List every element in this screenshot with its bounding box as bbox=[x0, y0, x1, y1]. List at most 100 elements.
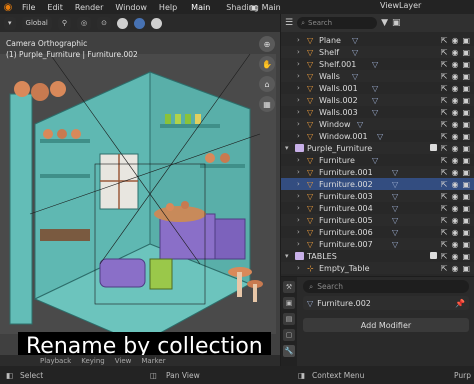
object-name-field[interactable]: ▽ Furniture.002 📌 bbox=[303, 296, 469, 310]
selectable-arrow-icon[interactable]: ⇱ bbox=[441, 192, 448, 201]
outliner-object-row[interactable]: › ▽ Furniture.003 ▽ ⇱ ◉ ▣ bbox=[281, 190, 474, 202]
selectable-arrow-icon[interactable]: ⇱ bbox=[441, 132, 448, 141]
expand-arrow-icon[interactable]: › bbox=[297, 96, 300, 104]
expand-arrow-icon[interactable]: › bbox=[297, 168, 300, 176]
eye-icon[interactable]: ◉ bbox=[451, 168, 458, 177]
outliner-object-row[interactable]: › ▽ Window.001 ▽ ⇱ ◉ ▣ bbox=[281, 130, 474, 142]
expand-arrow-icon[interactable]: › bbox=[297, 48, 300, 56]
selectable-arrow-icon[interactable]: ⇱ bbox=[441, 264, 448, 273]
outliner-object-row[interactable]: › ▽ Walls ▽ ⇱ ◉ ▣ bbox=[281, 70, 474, 82]
expand-arrow-icon[interactable]: › bbox=[297, 132, 300, 140]
selectable-arrow-icon[interactable]: ⇱ bbox=[441, 144, 448, 153]
render-camera-icon[interactable]: ▣ bbox=[462, 264, 470, 273]
snap-icon[interactable]: ⚲ bbox=[57, 16, 71, 30]
render-camera-icon[interactable]: ▣ bbox=[462, 120, 470, 129]
outliner-object-row[interactable]: › ▽ Shelf.001 ▽ ⇱ ◉ ▣ bbox=[281, 58, 474, 70]
object-tab-icon[interactable]: ▢ bbox=[283, 329, 295, 341]
eye-icon[interactable]: ◉ bbox=[451, 36, 458, 45]
timeline-marker[interactable]: Marker bbox=[141, 357, 165, 365]
tool-tab-icon[interactable]: ⚒ bbox=[283, 281, 295, 293]
render-camera-icon[interactable]: ▣ bbox=[462, 60, 470, 69]
wireframe-shading-icon[interactable] bbox=[116, 17, 128, 29]
eye-icon[interactable]: ◉ bbox=[451, 84, 458, 93]
selectable-arrow-icon[interactable]: ⇱ bbox=[441, 48, 448, 57]
eye-icon[interactable]: ◉ bbox=[451, 120, 458, 129]
outliner-object-row[interactable]: › ▽ Shelf ▽ ⇱ ◉ ▣ bbox=[281, 46, 474, 58]
render-camera-icon[interactable]: ▣ bbox=[462, 228, 470, 237]
menu-edit[interactable]: Edit bbox=[41, 3, 69, 12]
outliner-object-row[interactable]: › ▽ Furniture.007 ▽ ⇱ ◉ ▣ bbox=[281, 238, 474, 250]
render-camera-icon[interactable]: ▣ bbox=[462, 108, 470, 117]
render-camera-icon[interactable]: ▣ bbox=[462, 144, 470, 153]
selectable-arrow-icon[interactable]: ⇱ bbox=[441, 96, 448, 105]
new-collection-icon[interactable]: ▣ bbox=[392, 18, 401, 28]
expand-arrow-icon[interactable]: › bbox=[297, 264, 300, 272]
expand-arrow-icon[interactable]: › bbox=[297, 60, 300, 68]
outliner-object-row[interactable]: › ▽ Furniture.002 ▽ ⇱ ◉ ▣ bbox=[281, 178, 474, 190]
eye-icon[interactable]: ◉ bbox=[451, 60, 458, 69]
selectable-arrow-icon[interactable]: ⇱ bbox=[441, 180, 448, 189]
eye-icon[interactable]: ◉ bbox=[451, 192, 458, 201]
timeline-view[interactable]: View bbox=[115, 357, 132, 365]
render-camera-icon[interactable]: ▣ bbox=[462, 168, 470, 177]
exclude-checkbox[interactable] bbox=[429, 251, 437, 259]
outliner-object-row[interactable]: › ▽ Plane ▽ ⇱ ◉ ▣ bbox=[281, 34, 474, 46]
overlay-icon[interactable]: ⊙ bbox=[97, 16, 111, 30]
eye-icon[interactable]: ◉ bbox=[451, 264, 458, 273]
outliner-editor-icon[interactable]: ☰ bbox=[285, 18, 293, 28]
render-camera-icon[interactable]: ▣ bbox=[462, 48, 470, 57]
expand-arrow-icon[interactable]: › bbox=[297, 204, 300, 212]
outliner-object-row[interactable]: › ▽ Furniture.006 ▽ ⇱ ◉ ▣ bbox=[281, 226, 474, 238]
timeline-keying[interactable]: Keying bbox=[81, 357, 105, 365]
eye-icon[interactable]: ◉ bbox=[451, 96, 458, 105]
expand-arrow-icon[interactable]: › bbox=[297, 216, 300, 224]
outliner-object-row[interactable]: › ▽ Furniture.001 ▽ ⇱ ◉ ▣ bbox=[281, 166, 474, 178]
render-camera-icon[interactable]: ▣ bbox=[462, 192, 470, 201]
modifier-tab-icon[interactable]: 🔧 bbox=[283, 345, 295, 357]
outliner-object-row[interactable]: › ▽ Walls.003 ▽ ⇱ ◉ ▣ bbox=[281, 106, 474, 118]
menu-window[interactable]: Window bbox=[109, 3, 153, 12]
render-camera-icon[interactable]: ▣ bbox=[462, 156, 470, 165]
expand-arrow-icon[interactable]: ▾ bbox=[285, 144, 289, 152]
render-camera-icon[interactable]: ▣ bbox=[462, 72, 470, 81]
scene-selector[interactable]: ▣ Main bbox=[250, 1, 281, 13]
selectable-arrow-icon[interactable]: ⇱ bbox=[441, 228, 448, 237]
transform-orientation-dropdown[interactable]: Global bbox=[21, 16, 52, 30]
outliner-object-row[interactable]: › ⊹ Empty_Table ⇱ ◉ ▣ bbox=[281, 262, 474, 274]
properties-search[interactable]: ⌕ Search bbox=[303, 280, 469, 293]
eye-icon[interactable]: ◉ bbox=[451, 216, 458, 225]
outliner-object-row[interactable]: › ▽ Furniture.004 ▽ ⇱ ◉ ▣ bbox=[281, 202, 474, 214]
solid-shading-icon[interactable] bbox=[133, 17, 145, 29]
expand-arrow-icon[interactable]: › bbox=[297, 120, 300, 128]
outliner-collection-row[interactable]: ▾ TABLES ⇱ ◉ ▣ bbox=[281, 250, 474, 262]
selectable-arrow-icon[interactable]: ⇱ bbox=[441, 36, 448, 45]
outliner-object-row[interactable]: › ▽ Walls.002 ▽ ⇱ ◉ ▣ bbox=[281, 94, 474, 106]
selectable-arrow-icon[interactable]: ⇱ bbox=[441, 156, 448, 165]
selectable-arrow-icon[interactable]: ⇱ bbox=[441, 108, 448, 117]
exclude-checkbox[interactable] bbox=[429, 143, 437, 151]
render-camera-icon[interactable]: ▣ bbox=[462, 204, 470, 213]
render-tab-icon[interactable]: ▣ bbox=[283, 297, 295, 309]
expand-arrow-icon[interactable]: › bbox=[297, 36, 300, 44]
pan-hand-icon[interactable]: ✋ bbox=[259, 56, 275, 72]
menu-render[interactable]: Render bbox=[69, 3, 109, 12]
eye-icon[interactable]: ◉ bbox=[451, 204, 458, 213]
render-camera-icon[interactable]: ▣ bbox=[462, 252, 470, 261]
mode-selector[interactable]: ▾ bbox=[4, 16, 16, 30]
pin-icon[interactable]: 📌 bbox=[455, 299, 465, 308]
output-tab-icon[interactable]: ▤ bbox=[283, 313, 295, 325]
selectable-arrow-icon[interactable]: ⇱ bbox=[441, 204, 448, 213]
camera-view-icon[interactable]: ⌂ bbox=[259, 76, 275, 92]
timeline-playback[interactable]: Playback bbox=[40, 357, 71, 365]
expand-arrow-icon[interactable]: › bbox=[297, 228, 300, 236]
expand-arrow-icon[interactable]: › bbox=[297, 180, 300, 188]
expand-arrow-icon[interactable]: › bbox=[297, 156, 300, 164]
view-layer-name[interactable]: ViewLayer bbox=[380, 1, 421, 10]
menu-file[interactable]: File bbox=[16, 3, 41, 12]
render-camera-icon[interactable]: ▣ bbox=[462, 96, 470, 105]
add-modifier-button[interactable]: Add Modifier bbox=[303, 318, 469, 332]
filter-icon[interactable]: ▼ bbox=[381, 18, 388, 28]
workspace-tab-main[interactable]: Main bbox=[183, 3, 218, 12]
selectable-arrow-icon[interactable]: ⇱ bbox=[441, 72, 448, 81]
material-shading-icon[interactable] bbox=[150, 17, 162, 29]
